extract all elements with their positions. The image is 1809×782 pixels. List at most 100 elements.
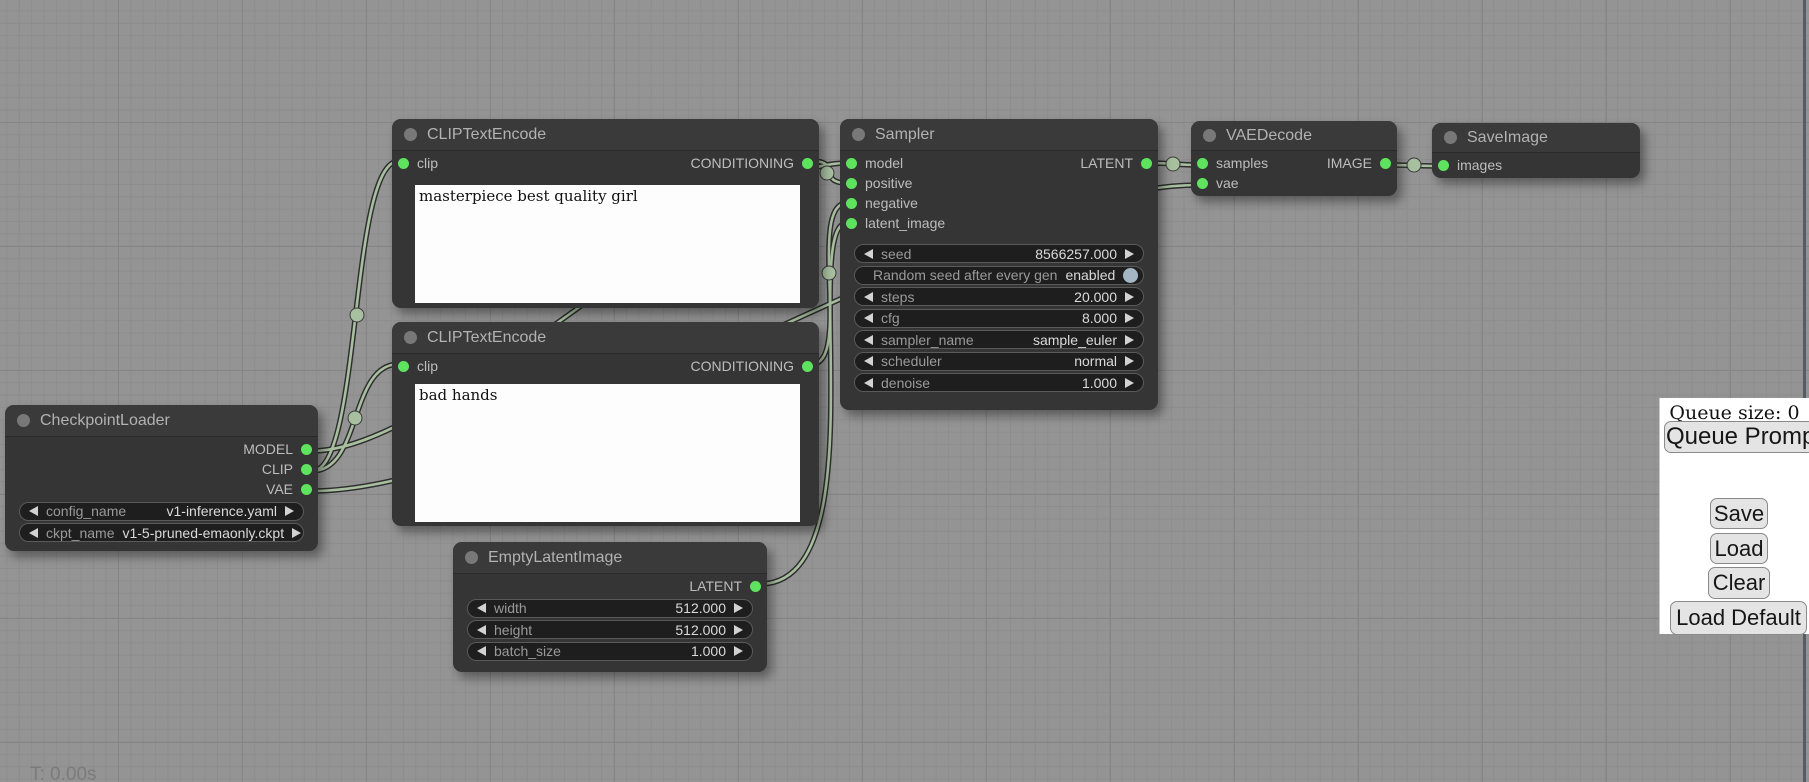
collapse-dot-icon[interactable] xyxy=(404,331,417,344)
input-slot-negative[interactable]: negative xyxy=(846,195,918,211)
input-slot-images[interactable]: images xyxy=(1438,157,1502,173)
input-dot-icon[interactable] xyxy=(1438,160,1449,171)
increment-arrow-icon[interactable] xyxy=(734,646,743,656)
output-slot-model[interactable]: MODEL xyxy=(243,441,312,457)
widget-cfg[interactable]: cfg 8.000 xyxy=(854,309,1144,328)
node-sampler[interactable]: Sampler model LATENT positive negative l… xyxy=(840,119,1158,410)
widget-denoise[interactable]: denoise 1.000 xyxy=(854,373,1144,392)
input-dot-icon[interactable] xyxy=(1197,158,1208,169)
increment-arrow-icon[interactable] xyxy=(1125,249,1134,259)
collapse-dot-icon[interactable] xyxy=(404,128,417,141)
input-slot-positive[interactable]: positive xyxy=(846,175,912,191)
toggle-knob-icon[interactable] xyxy=(1123,268,1138,283)
decrement-arrow-icon[interactable] xyxy=(29,506,38,516)
input-slot-vae[interactable]: vae xyxy=(1197,175,1239,191)
input-slot-latent-image[interactable]: latent_image xyxy=(846,215,945,231)
load-button[interactable]: Load xyxy=(1710,533,1768,564)
increment-arrow-icon[interactable] xyxy=(1125,313,1134,323)
output-slot-conditioning[interactable]: CONDITIONING xyxy=(691,155,813,171)
increment-arrow-icon[interactable] xyxy=(734,603,743,613)
input-dot-icon[interactable] xyxy=(846,178,857,189)
graph-canvas[interactable]: { "canvas": { "timer_label": "T: 0.00s" … xyxy=(0,0,1809,782)
collapse-dot-icon[interactable] xyxy=(1444,131,1457,144)
widget-random-seed-toggle[interactable]: Random seed after every gen enabled xyxy=(854,266,1144,285)
output-dot-icon[interactable] xyxy=(750,581,761,592)
node-empty-latent-image[interactable]: EmptyLatentImage LATENT width 512.000 he… xyxy=(453,542,767,672)
decrement-arrow-icon[interactable] xyxy=(477,646,486,656)
output-dot-icon[interactable] xyxy=(802,361,813,372)
decrement-arrow-icon[interactable] xyxy=(864,356,873,366)
node-header[interactable]: SaveImage xyxy=(1432,123,1640,153)
negative-prompt-textarea[interactable]: bad hands xyxy=(415,384,800,522)
node-header[interactable]: EmptyLatentImage xyxy=(453,542,767,574)
widget-width[interactable]: width 512.000 xyxy=(467,599,753,618)
output-slot-conditioning[interactable]: CONDITIONING xyxy=(691,358,813,374)
increment-arrow-icon[interactable] xyxy=(285,506,294,516)
input-slot-model[interactable]: model xyxy=(846,155,903,171)
increment-arrow-icon[interactable] xyxy=(1125,356,1134,366)
queue-prompt-button[interactable]: Queue Prompt xyxy=(1664,421,1809,453)
node-header[interactable]: VAEDecode xyxy=(1191,121,1397,151)
node-checkpoint-loader[interactable]: CheckpointLoader MODEL CLIP VAE config_n… xyxy=(5,405,318,551)
node-header[interactable]: CLIPTextEncode xyxy=(392,119,819,151)
increment-arrow-icon[interactable] xyxy=(1125,378,1134,388)
decrement-arrow-icon[interactable] xyxy=(864,378,873,388)
node-save-image[interactable]: SaveImage images xyxy=(1432,123,1640,178)
node-header[interactable]: CLIPTextEncode xyxy=(392,322,819,354)
widget-batch-size[interactable]: batch_size 1.000 xyxy=(467,642,753,661)
input-dot-icon[interactable] xyxy=(846,198,857,209)
output-dot-icon[interactable] xyxy=(301,484,312,495)
widget-sampler-name[interactable]: sampler_name sample_euler xyxy=(854,330,1144,349)
output-slot-image[interactable]: IMAGE xyxy=(1327,155,1391,171)
input-slot-samples[interactable]: samples xyxy=(1197,155,1268,171)
input-dot-icon[interactable] xyxy=(398,158,409,169)
widget-height[interactable]: height 512.000 xyxy=(467,620,753,639)
increment-arrow-icon[interactable] xyxy=(734,625,743,635)
output-dot-icon[interactable] xyxy=(802,158,813,169)
increment-arrow-icon[interactable] xyxy=(1125,292,1134,302)
input-dot-icon[interactable] xyxy=(398,361,409,372)
node-header[interactable]: Sampler xyxy=(840,119,1158,151)
output-dot-icon[interactable] xyxy=(1380,158,1391,169)
decrement-arrow-icon[interactable] xyxy=(477,625,486,635)
output-slot-latent[interactable]: LATENT xyxy=(689,578,761,594)
collapse-dot-icon[interactable] xyxy=(852,128,865,141)
node-header[interactable]: CheckpointLoader xyxy=(5,405,318,437)
node-clip-text-encode-negative[interactable]: CLIPTextEncode clip CONDITIONING bad han… xyxy=(392,322,819,526)
clear-button[interactable]: Clear xyxy=(1708,567,1770,599)
input-dot-icon[interactable] xyxy=(1197,178,1208,189)
widget-steps[interactable]: steps 20.000 xyxy=(854,287,1144,306)
input-slot-clip[interactable]: clip xyxy=(398,155,438,171)
output-dot-icon[interactable] xyxy=(301,464,312,475)
collapse-dot-icon[interactable] xyxy=(1203,129,1216,142)
output-slot-clip[interactable]: CLIP xyxy=(262,461,312,477)
output-slot-latent[interactable]: LATENT xyxy=(1080,155,1152,171)
node-vae-decode[interactable]: VAEDecode samples IMAGE vae xyxy=(1191,121,1397,196)
output-slot-vae[interactable]: VAE xyxy=(266,481,312,497)
input-dot-icon[interactable] xyxy=(846,158,857,169)
decrement-arrow-icon[interactable] xyxy=(864,335,873,345)
widget-scheduler[interactable]: scheduler normal xyxy=(854,352,1144,371)
input-slot-clip[interactable]: clip xyxy=(398,358,438,374)
node-clip-text-encode-positive[interactable]: CLIPTextEncode clip CONDITIONING masterp… xyxy=(392,119,819,308)
increment-arrow-icon[interactable] xyxy=(1125,335,1134,345)
decrement-arrow-icon[interactable] xyxy=(864,292,873,302)
widget-config-name[interactable]: config_name v1-inference.yaml xyxy=(19,502,304,521)
widget-seed[interactable]: seed 8566257.000 xyxy=(854,244,1144,263)
widget-value: 512.000 xyxy=(675,622,726,638)
output-label: CONDITIONING xyxy=(691,358,794,374)
output-dot-icon[interactable] xyxy=(301,444,312,455)
load-default-button[interactable]: Load Default xyxy=(1670,601,1807,635)
decrement-arrow-icon[interactable] xyxy=(864,313,873,323)
collapse-dot-icon[interactable] xyxy=(465,551,478,564)
save-button[interactable]: Save xyxy=(1710,498,1768,529)
output-dot-icon[interactable] xyxy=(1141,158,1152,169)
collapse-dot-icon[interactable] xyxy=(17,414,30,427)
decrement-arrow-icon[interactable] xyxy=(29,528,38,538)
decrement-arrow-icon[interactable] xyxy=(864,249,873,259)
decrement-arrow-icon[interactable] xyxy=(477,603,486,613)
input-dot-icon[interactable] xyxy=(846,218,857,229)
widget-ckpt-name[interactable]: ckpt_name v1-5-pruned-emaonly.ckpt xyxy=(19,523,304,542)
increment-arrow-icon[interactable] xyxy=(292,528,301,538)
positive-prompt-textarea[interactable]: masterpiece best quality girl xyxy=(415,185,800,303)
